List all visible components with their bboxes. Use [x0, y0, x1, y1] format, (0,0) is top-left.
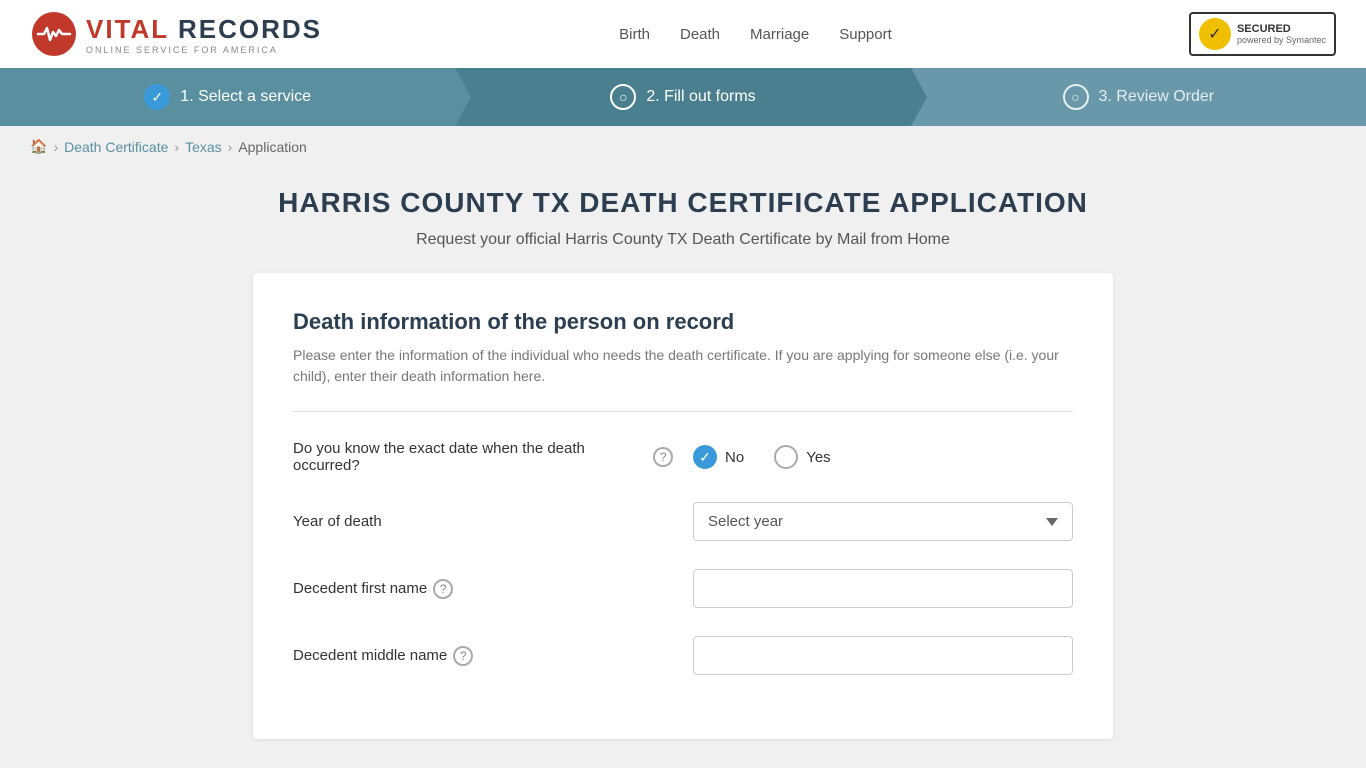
first-name-label: Decedent first name ? — [293, 579, 673, 599]
exact-date-label: Do you know the exact date when the deat… — [293, 440, 673, 474]
year-label: Year of death — [293, 513, 673, 530]
radio-yes[interactable]: Yes — [774, 445, 830, 469]
form-divider — [293, 411, 1073, 412]
first-name-input[interactable] — [693, 569, 1073, 608]
site-header: VITAL RECORDS ONLINE SERVICE FOR AMERICA… — [0, 0, 1366, 68]
year-of-death-row: Year of death Select year 2024 2023 2022… — [293, 502, 1073, 541]
breadcrumb-sep-2: › — [174, 139, 179, 155]
radio-yes-circle — [774, 445, 798, 469]
breadcrumb-sep-1: › — [53, 139, 58, 155]
radio-yes-label: Yes — [806, 449, 830, 466]
middle-name-input[interactable] — [693, 636, 1073, 675]
norton-label: SECURED — [1237, 23, 1326, 35]
exact-date-controls: No Yes — [693, 445, 1073, 469]
middle-name-control — [693, 636, 1073, 675]
step2-label: 2. Fill out forms — [646, 88, 755, 106]
radio-no-circle — [693, 445, 717, 469]
breadcrumb-death-cert[interactable]: Death Certificate — [64, 139, 168, 155]
logo-records: RECORDS — [178, 14, 322, 44]
progress-bar: ✓ 1. Select a service ○ 2. Fill out form… — [0, 68, 1366, 126]
step3-icon: ○ — [1063, 84, 1089, 110]
logo-icon — [30, 10, 78, 58]
logo: VITAL RECORDS ONLINE SERVICE FOR AMERICA — [30, 10, 322, 58]
logo-vital: VITAL — [86, 14, 169, 44]
form-section-desc: Please enter the information of the indi… — [293, 345, 1073, 387]
middle-name-label: Decedent middle name ? — [293, 646, 673, 666]
exact-date-radio-group: No Yes — [693, 445, 1073, 469]
year-control-area: Select year 2024 2023 2022 2021 2020 — [693, 502, 1073, 541]
logo-text: VITAL RECORDS ONLINE SERVICE FOR AMERICA — [86, 14, 322, 55]
norton-badge: ✓ SECURED powered by Symantec — [1189, 12, 1336, 56]
main-content: HARRIS COUNTY TX DEATH CERTIFICATE APPLI… — [233, 187, 1133, 739]
nav-death[interactable]: Death — [680, 26, 720, 43]
breadcrumb: 🏠 › Death Certificate › Texas › Applicat… — [0, 126, 1366, 167]
nav-support[interactable]: Support — [839, 26, 892, 43]
step3-label: 3. Review Order — [1099, 88, 1215, 106]
exact-date-help-icon[interactable]: ? — [653, 447, 673, 467]
nav-marriage[interactable]: Marriage — [750, 26, 809, 43]
first-name-help-icon[interactable]: ? — [433, 579, 453, 599]
year-select[interactable]: Select year 2024 2023 2022 2021 2020 — [693, 502, 1073, 541]
progress-step-3: ○ 3. Review Order — [911, 68, 1366, 126]
page-title: HARRIS COUNTY TX DEATH CERTIFICATE APPLI… — [253, 187, 1113, 219]
progress-step-2: ○ 2. Fill out forms — [455, 68, 910, 126]
norton-check-icon: ✓ — [1199, 18, 1231, 50]
middle-name-help-icon[interactable]: ? — [453, 646, 473, 666]
page-subtitle: Request your official Harris County TX D… — [253, 231, 1113, 249]
first-name-control — [693, 569, 1073, 608]
breadcrumb-home[interactable]: 🏠 — [30, 138, 47, 155]
form-card: Death information of the person on recor… — [253, 273, 1113, 739]
logo-tagline: ONLINE SERVICE FOR AMERICA — [86, 45, 322, 55]
progress-step-1: ✓ 1. Select a service — [0, 68, 455, 126]
middle-name-row: Decedent middle name ? — [293, 636, 1073, 675]
radio-no[interactable]: No — [693, 445, 744, 469]
step1-icon: ✓ — [144, 84, 170, 110]
step2-icon: ○ — [610, 84, 636, 110]
exact-date-row: Do you know the exact date when the deat… — [293, 440, 1073, 474]
radio-no-label: No — [725, 449, 744, 466]
first-name-row: Decedent first name ? — [293, 569, 1073, 608]
norton-powered: powered by Symantec — [1237, 35, 1326, 45]
main-nav: Birth Death Marriage Support — [619, 26, 892, 43]
nav-birth[interactable]: Birth — [619, 26, 650, 43]
step1-label: 1. Select a service — [180, 88, 311, 106]
breadcrumb-state[interactable]: Texas — [185, 139, 222, 155]
breadcrumb-sep-3: › — [228, 139, 233, 155]
breadcrumb-current: Application — [238, 139, 307, 155]
form-section-title: Death information of the person on recor… — [293, 309, 1073, 335]
